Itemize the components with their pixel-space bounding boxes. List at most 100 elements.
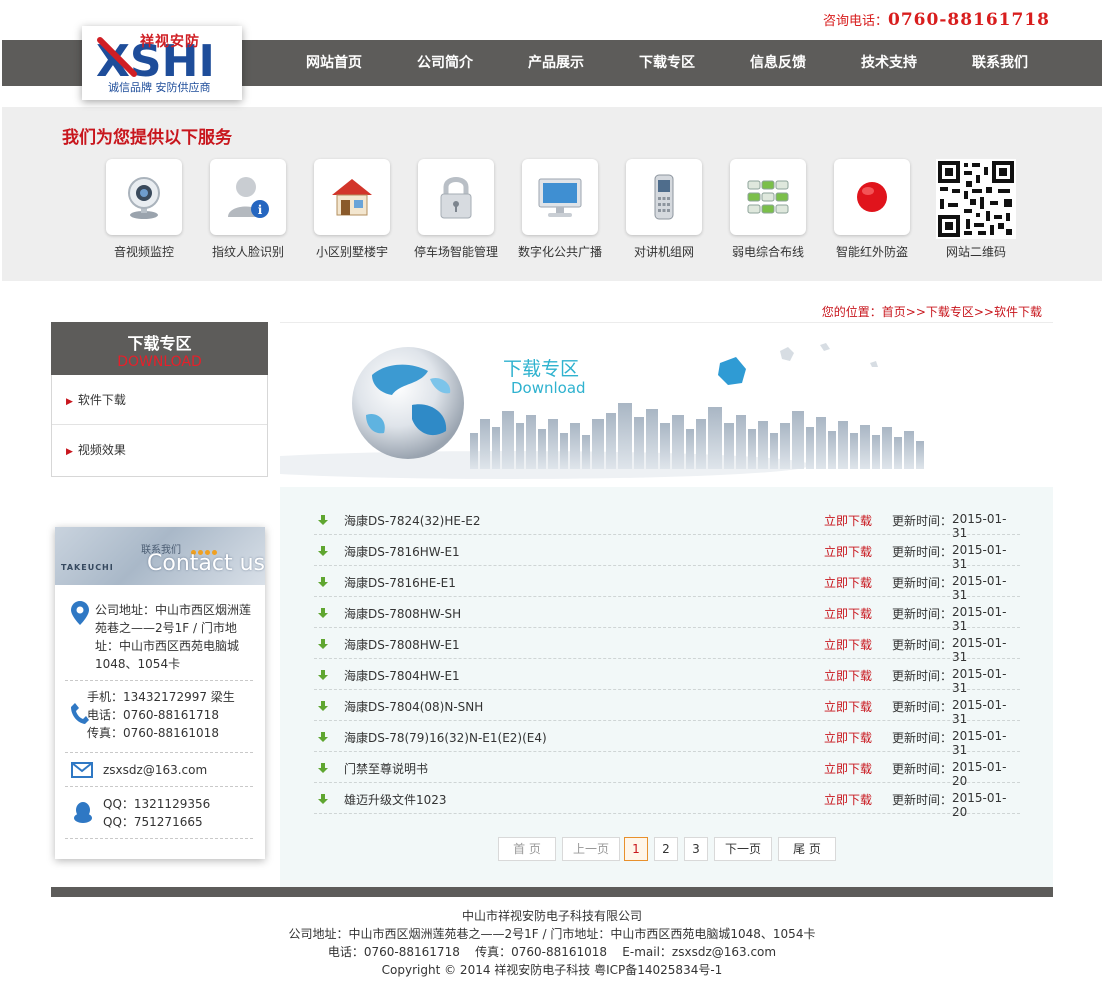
pager-prev[interactable]: 上一页 <box>562 837 620 861</box>
service-item[interactable]: 智能红外防盗 <box>824 159 920 260</box>
download-name[interactable]: 海康DS-7824(32)HE-E2 <box>344 512 481 529</box>
service-icon-box <box>314 159 390 235</box>
download-name[interactable]: 雄迈升级文件1023 <box>344 791 447 808</box>
sidebar-item-label: 视频效果 <box>77 443 126 457</box>
green-arrow-down-icon <box>318 670 328 680</box>
triangle-right-icon: ▶ <box>66 447 73 457</box>
update-time-label: 更新时间： <box>892 731 953 745</box>
download-name[interactable]: 海康DS-78(79)16(32)N-E1(E2)(E4) <box>344 729 547 746</box>
service-item[interactable]: 弱电综合布线 <box>720 159 816 260</box>
contact-phone: 电话：0760-88161718 <box>87 708 219 722</box>
download-name[interactable]: 海康DS-7804HW-E1 <box>344 667 460 684</box>
contact-address-text: 公司地址：中山市西区烟洲莲苑巷之——2号1F / 门市地址：中山市西区西苑电脑城… <box>95 603 252 671</box>
nav-feedback[interactable]: 信息反馈 <box>733 40 823 86</box>
service-label: 指纹人脸识别 <box>211 245 284 259</box>
pager-page-2[interactable]: 2 <box>654 837 678 861</box>
nav-support[interactable]: 技术支持 <box>844 40 934 86</box>
download-now-link[interactable]: 立即下载 <box>824 512 872 529</box>
service-label: 数字化公共广播 <box>517 245 602 259</box>
download-now-link[interactable]: 立即下载 <box>824 543 872 560</box>
service-label: 音视频监控 <box>113 245 174 259</box>
download-now-link[interactable]: 立即下载 <box>824 760 872 777</box>
download-row: 海康DS-7816HE-E1 立即下载 更新时间： 2015-01-31 <box>314 566 1020 602</box>
nav-downloads[interactable]: 下载专区 <box>622 40 712 86</box>
download-now-link[interactable]: 立即下载 <box>824 667 872 684</box>
service-icon-box: i <box>210 159 286 235</box>
footer-divider <box>51 887 1053 897</box>
nav-about[interactable]: 公司简介 <box>400 40 490 86</box>
footer-contacts: 电话：0760-88161718 传真：0760-88161018 E-mail… <box>327 945 777 959</box>
sidebar-item-software[interactable]: ▶ 软件下载 <box>52 375 267 425</box>
update-time-label: 更新时间： <box>892 700 953 714</box>
service-item[interactable]: 数字化公共广播 <box>512 159 608 260</box>
contact-mobile: 手机：13432172997 梁生 <box>87 690 235 704</box>
padlock-icon <box>440 177 472 219</box>
service-item[interactable]: i 指纹人脸识别 <box>200 159 296 260</box>
svg-text:i: i <box>258 203 263 217</box>
download-now-link[interactable]: 立即下载 <box>824 791 872 808</box>
contact-email-text[interactable]: zsxsdz@163.com <box>103 761 253 779</box>
site-logo[interactable]: XSHI 祥视安防 诚信品牌 安防供应商 <box>82 26 242 100</box>
pager-first[interactable]: 首 页 <box>498 837 556 861</box>
nav-contact[interactable]: 联系我们 <box>955 40 1045 86</box>
service-label: 停车场智能管理 <box>413 245 498 259</box>
contact-email: zsxsdz@163.com <box>65 753 253 787</box>
footer-company: 中山市祥视安防电子科技有限公司 <box>461 909 642 923</box>
download-name[interactable]: 海康DS-7808HW-SH <box>344 605 461 622</box>
footer-address: 公司地址：中山市西区烟洲莲苑巷之——2号1F / 门市地址：中山市西区西苑电脑城… <box>288 927 816 941</box>
download-name[interactable]: 门禁至尊说明书 <box>344 760 428 777</box>
pager-next[interactable]: 下一页 <box>714 837 772 861</box>
download-name[interactable]: 海康DS-7816HE-E1 <box>344 574 456 591</box>
services-section: 我们为您提供以下服务 音视频监控 i 指纹人脸识别 小区别墅楼宇 停车场智能管理… <box>2 107 1102 281</box>
download-name[interactable]: 海康DS-7808HW-E1 <box>344 636 460 653</box>
mail-icon <box>71 762 93 778</box>
breadcrumb[interactable]: 您的位置：首页>>下载专区>>软件下载 <box>822 303 1042 320</box>
service-item[interactable]: 音视频监控 <box>96 159 192 260</box>
green-arrow-down-icon <box>318 546 328 556</box>
green-arrow-down-icon <box>318 763 328 773</box>
download-row: 雄迈升级文件1023 立即下载 更新时间： 2015-01-20 <box>314 783 1020 819</box>
update-time-label: 更新时间： <box>892 669 953 683</box>
contact-qq1[interactable]: QQ：1321129356 <box>103 795 253 813</box>
monitor-icon <box>538 178 582 217</box>
update-time-label: 更新时间： <box>892 638 953 652</box>
sidebar-subtitle: DOWNLOAD <box>117 354 202 370</box>
download-name[interactable]: 海康DS-7804(08)N-SNH <box>344 698 483 715</box>
service-item[interactable]: 小区别墅楼宇 <box>304 159 400 260</box>
nav-home[interactable]: 网站首页 <box>289 40 379 86</box>
service-label: 网站二维码 <box>945 245 1006 259</box>
service-icon-box <box>730 159 806 235</box>
contact-banner-brand: TAKEUCHI <box>61 563 114 572</box>
download-now-link[interactable]: 立即下载 <box>824 729 872 746</box>
sidebar-header: 下载专区 DOWNLOAD <box>51 322 268 375</box>
hotline-label: 咨询电话： <box>822 14 888 29</box>
pager-page-1[interactable]: 1 <box>624 837 648 861</box>
green-arrow-down-icon <box>318 577 328 587</box>
download-list: 海康DS-7824(32)HE-E2 立即下载 更新时间： 2015-01-31 海康D… <box>280 487 1053 887</box>
sidebar-menu: ▶ 软件下载 ▶ 视频效果 <box>51 375 268 477</box>
contact-qq2[interactable]: QQ：751271665 <box>103 813 253 831</box>
download-now-link[interactable]: 立即下载 <box>824 574 872 591</box>
qq-penguin-icon <box>74 802 92 823</box>
service-item[interactable]: 停车场智能管理 <box>408 159 504 260</box>
nav-products[interactable]: 产品展示 <box>511 40 601 86</box>
download-now-link[interactable]: 立即下载 <box>824 605 872 622</box>
red-dot-icon <box>857 182 887 212</box>
hotline-number: 0760-88161718 <box>888 10 1050 30</box>
service-item[interactable]: 网站二维码 <box>928 159 1024 260</box>
network-blocks-icon <box>747 180 789 214</box>
hotline: 咨询电话：0760-88161718 <box>823 10 1050 30</box>
green-arrow-down-icon <box>318 701 328 711</box>
service-item[interactable]: 对讲机组网 <box>616 159 712 260</box>
download-name[interactable]: 海康DS-7816HW-E1 <box>344 543 460 560</box>
download-now-link[interactable]: 立即下载 <box>824 636 872 653</box>
pager-last[interactable]: 尾 页 <box>778 837 836 861</box>
pager-page-3[interactable]: 3 <box>684 837 708 861</box>
service-icon-box <box>106 159 182 235</box>
contact-fax: 传真：0760-88161018 <box>87 726 219 740</box>
download-row: 海康DS-7808HW-E1 立即下载 更新时间： 2015-01-31 <box>314 628 1020 664</box>
update-time-label: 更新时间： <box>892 514 953 528</box>
sidebar-item-video[interactable]: ▶ 视频效果 <box>52 425 267 475</box>
download-banner: 下载专区 Download <box>280 323 1053 487</box>
download-now-link[interactable]: 立即下载 <box>824 698 872 715</box>
